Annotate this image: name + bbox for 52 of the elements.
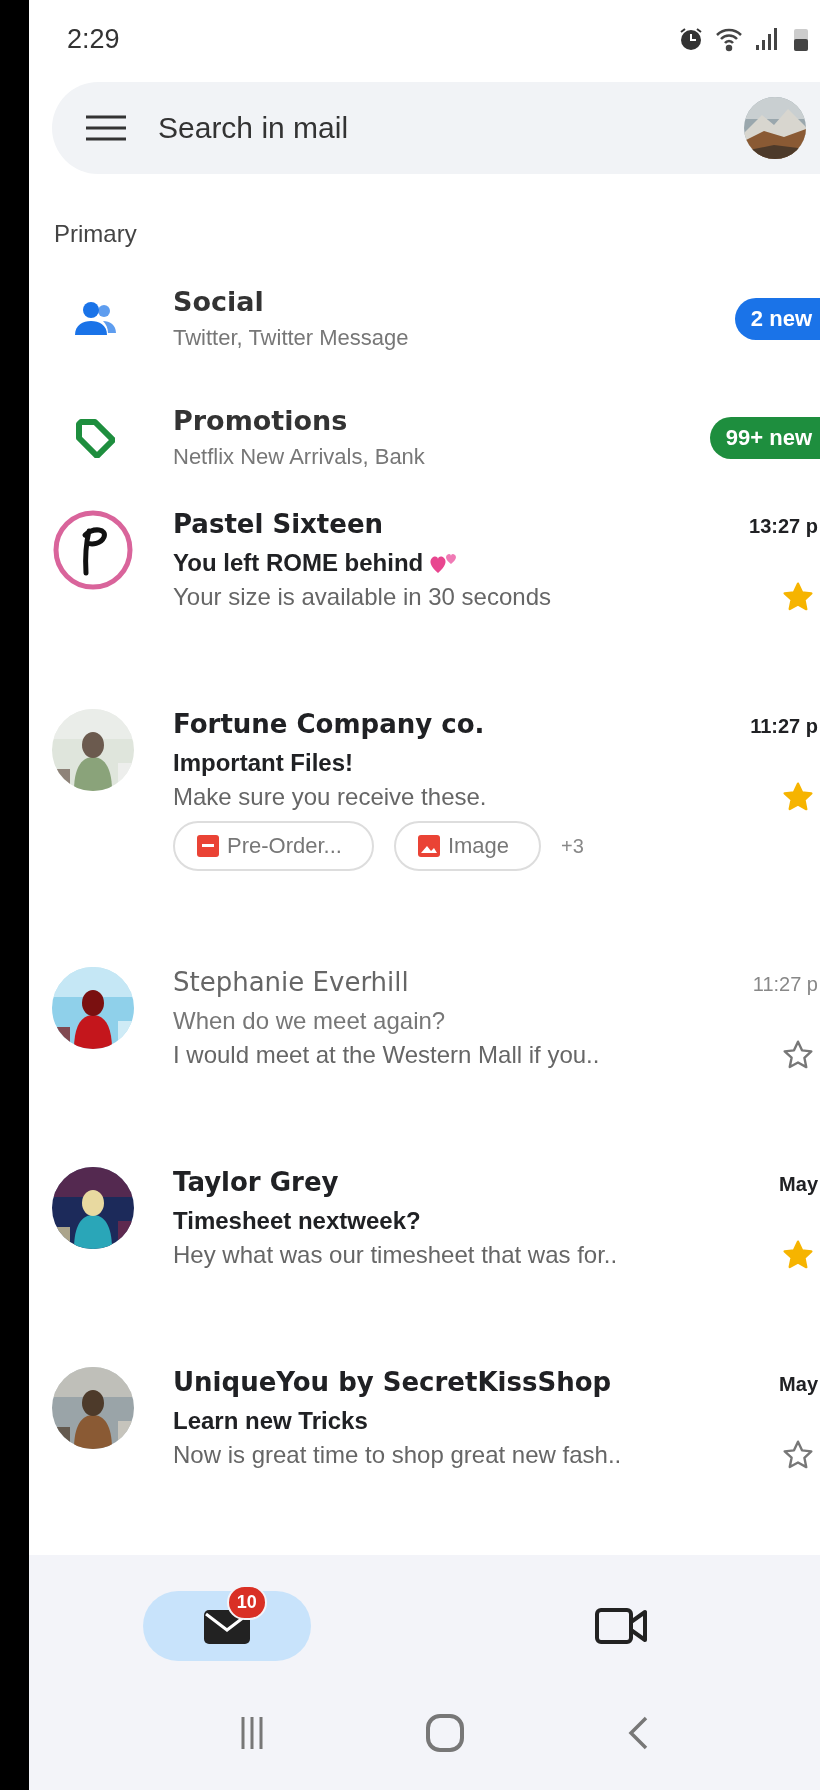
email-row[interactable]: Fortune Company co. 11:27 p Important Files! Make sure you receive these. Pre-Order... Image +3 [29, 697, 820, 956]
email-row[interactable]: Taylor Grey May Timesheet nextweek? Hey what was our timesheet that was for.. [29, 1155, 820, 1356]
sender-name: Pastel Sixteen [173, 509, 384, 540]
document-icon [197, 835, 219, 858]
email-snippet: Make sure you receive these. [173, 783, 487, 812]
sender-name: Taylor Grey [173, 1167, 339, 1198]
wifi-icon [714, 26, 744, 53]
email-time: 11:27 p [750, 715, 819, 739]
email-row[interactable]: UniqueYou by SecretKissShop May Learn new Tricks Now is great time to shop great new fash.. [29, 1355, 820, 1556]
category-title: Promotions [173, 405, 349, 437]
more-attachments: +3 [561, 834, 584, 858]
search-bar[interactable]: Search in mail [52, 82, 820, 174]
recent-apps-icon[interactable] [239, 1715, 264, 1752]
email-snippet: Hey what was our timesheet that was for.. [173, 1241, 618, 1270]
search-field[interactable]: Search in mail [156, 110, 744, 146]
video-camera-icon [595, 1607, 650, 1645]
sender-name: Stephanie Everhill [173, 967, 409, 998]
image-icon [417, 835, 440, 858]
logo-icon [52, 509, 134, 592]
attachment-chip[interactable]: Image [393, 821, 542, 872]
home-icon[interactable] [424, 1713, 465, 1754]
status-time: 2:29 [67, 23, 120, 55]
sender-name: UniqueYou by SecretKissShop [173, 1367, 612, 1398]
alarm-icon [678, 26, 704, 53]
category-senders: Netflix New Arrivals, Bank [173, 444, 426, 471]
email-subject: When do we meet again? [173, 1007, 446, 1036]
email-subject: Important Files! [173, 749, 353, 778]
unread-count: 10 [226, 1585, 267, 1620]
attachment-chip[interactable]: Pre-Order... [173, 821, 374, 872]
category-title: Social [173, 286, 265, 317]
category-senders: Twitter, Twitter Message [173, 325, 410, 351]
email-subject: You left ROME behind [173, 549, 424, 578]
email-time: May [779, 1173, 819, 1197]
battery-icon [792, 26, 810, 53]
email-time: May [779, 1373, 819, 1397]
new-count: 99+ new [709, 416, 820, 459]
new-count: 2 new [734, 297, 820, 340]
email-time: 11:27 p [752, 973, 819, 997]
category-row[interactable]: Social Twitter, Twitter Message 2 new [29, 258, 820, 379]
email-snippet: Your size is available in 30 seconds [173, 583, 551, 612]
email-snippet: I would meet at the Western Mall if you.. [173, 1041, 600, 1070]
email-subject: Timesheet nextweek? [173, 1207, 421, 1236]
sender-name: Fortune Company co. [173, 709, 485, 740]
section-label: Primary [54, 219, 138, 249]
category-row[interactable]: Promotions Netflix New Arrivals, Bank 99+ new [29, 378, 820, 498]
email-row[interactable]: Pastel Sixteen 13:27 p You left ROME behind Your size is available in 30 seconds [29, 497, 820, 698]
email-subject: Learn new Tricks [173, 1407, 368, 1436]
tag-icon [75, 417, 115, 458]
menu-icon[interactable] [86, 114, 126, 142]
email-time: 13:27 p [749, 515, 819, 539]
email-snippet: Now is great time to shop great new fash.. [173, 1441, 622, 1470]
email-row[interactable]: Stephanie Everhill 11:27 p When do we meet again? I would meet at the Western Mall if you.. [29, 955, 820, 1156]
